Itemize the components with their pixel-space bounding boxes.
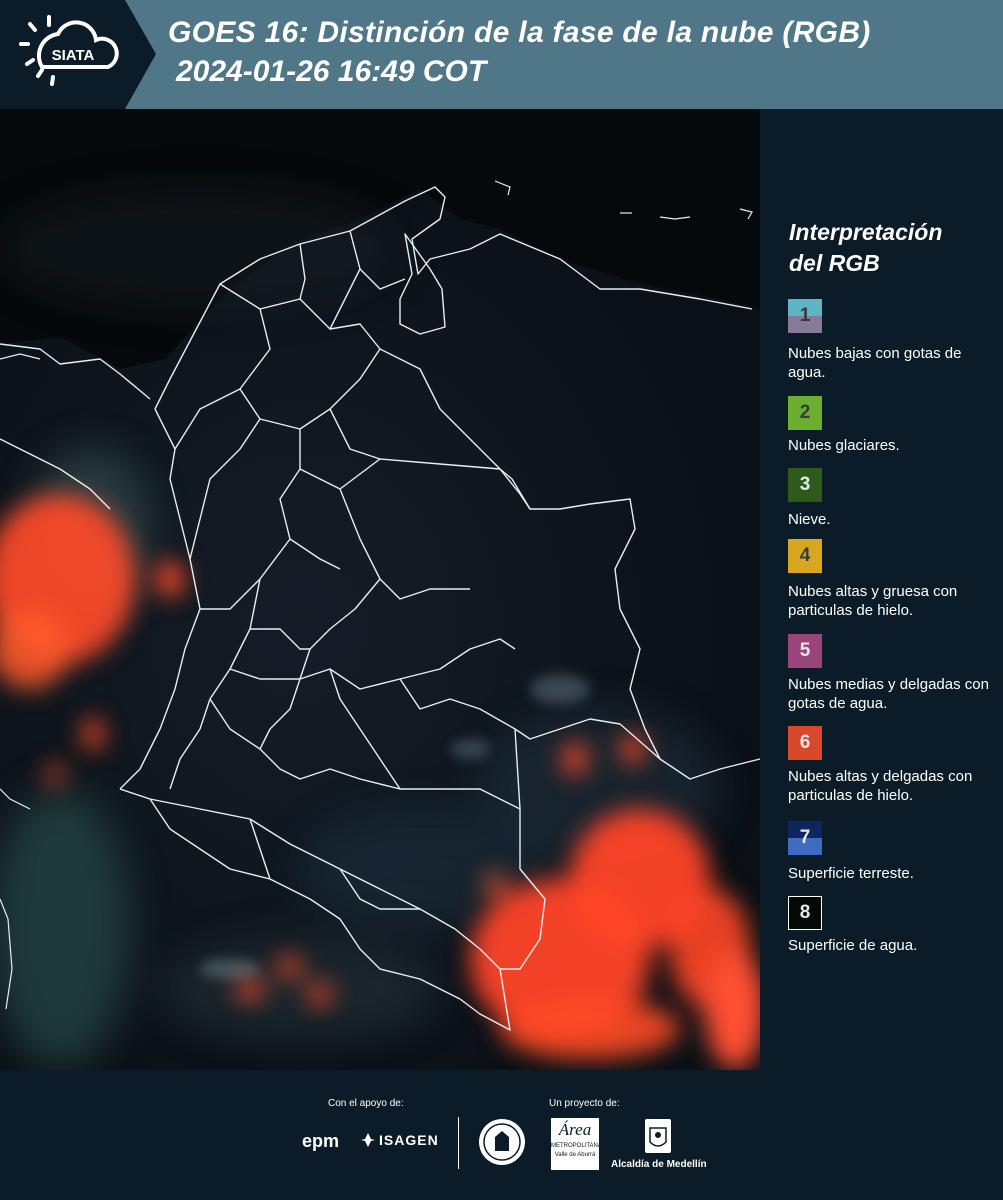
legend-swatch-8: 8: [788, 896, 822, 930]
legend-number: 4: [799, 545, 811, 566]
legend-panel: Interpretación del RGB 1 Nubes bajas con…: [760, 109, 1003, 1070]
siata-logo: SIATA: [0, 0, 160, 109]
legend-swatch-5: 5: [788, 634, 822, 668]
epm-logo: epm: [302, 1131, 339, 1152]
area-logo-title: Área: [558, 1120, 592, 1139]
legend-title-line1: Interpretación: [789, 219, 943, 245]
legend-title-line2: del RGB: [789, 250, 880, 276]
epm-logo-text: epm: [302, 1131, 340, 1151]
area-logo-sub2: Valle de Aburrá: [554, 1152, 596, 1158]
header-bar: SIATA GOES 16: Distinción de la fase de …: [0, 0, 1003, 109]
support-label: Con el apoyo de:: [328, 1098, 404, 1109]
legend-number: 8: [799, 902, 811, 923]
legend-label-7: Superficie terreste.: [788, 865, 914, 882]
page-title: GOES 16: Distinción de la fase de la nub…: [168, 16, 871, 49]
legend-number: 5: [799, 640, 811, 661]
page-timestamp: 2024-01-26 16:49 COT: [176, 55, 487, 88]
legend-label-3: Nieve.: [788, 511, 831, 528]
isagen-mark-icon: [361, 1133, 375, 1147]
legend-number: 1: [799, 305, 811, 326]
isagen-logo-text: ISAGEN: [379, 1132, 439, 1148]
legend-label-8: Superficie de agua.: [788, 937, 918, 954]
legend-swatch-2: 2: [788, 396, 822, 430]
legend-label-4: Nubes altas y gruesa con particulas de h…: [788, 583, 958, 619]
project-label: Un proyecto de:: [549, 1098, 620, 1109]
legend-swatch-7: 7: [788, 821, 822, 855]
isagen-logo: ISAGEN: [360, 1132, 439, 1148]
legend-title: Interpretación del RGB: [789, 217, 989, 279]
legend-swatch-6: 6: [788, 726, 822, 760]
alcaldia-label: Alcaldía de Medellín: [611, 1159, 707, 1170]
legend-number: 2: [799, 402, 811, 423]
medellin-shield-icon: [645, 1119, 671, 1153]
legend-label-1: Nubes bajas con gotas de agua.: [788, 345, 962, 381]
satellite-map: [0, 109, 760, 1070]
legend-swatch-3: 3: [788, 468, 822, 502]
legend-label-5: Nubes medias y delgadas con gotas de agu…: [788, 676, 989, 712]
legend-label-6: Nubes altas y delgadas con particulas de…: [788, 768, 973, 804]
legend-number: 7: [799, 827, 811, 848]
university-seal-icon: [479, 1119, 525, 1165]
footer-divider: [458, 1117, 459, 1169]
footer: Con el apoyo de: Un proyecto de: epm ISA…: [0, 1070, 1003, 1200]
legend-number: 6: [799, 732, 811, 753]
area-metropolitana-logo: Área METROPOLITANA Valle de Aburrá: [551, 1118, 602, 1170]
legend-label-2: Nubes glaciares.: [788, 437, 900, 454]
legend-number: 3: [799, 474, 811, 495]
area-logo-sub1: METROPOLITANA: [551, 1143, 602, 1149]
siata-logo-text: SIATA: [52, 47, 95, 64]
legend-swatch-1: 1: [788, 299, 822, 333]
legend-swatch-4: 4: [788, 539, 822, 573]
